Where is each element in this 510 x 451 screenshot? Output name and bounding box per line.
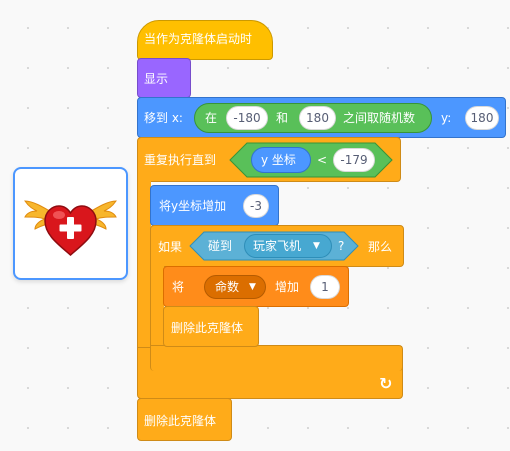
- variable-name-label: 命数: [215, 280, 240, 294]
- change-variable-input[interactable]: 1: [310, 275, 340, 299]
- change-y-block[interactable]: 将y坐标增加 -3: [150, 185, 279, 226]
- compare-value-input[interactable]: -179: [333, 148, 375, 172]
- delete-this-clone-block[interactable]: 删除此克隆体: [163, 306, 259, 347]
- random-prefix-label: 在: [205, 111, 218, 125]
- hat-block-label: 当作为克隆体启动时: [144, 32, 253, 46]
- loop-arrow-icon: ↻: [379, 374, 393, 393]
- change-y-input[interactable]: -3: [243, 194, 269, 218]
- random-to-input[interactable]: 180: [299, 106, 336, 130]
- delete-this-clone-block-outer[interactable]: 删除此克隆体: [137, 398, 232, 441]
- delete-clone-label: 删除此克隆体: [171, 321, 244, 335]
- change-y-label: 将y坐标增加: [159, 199, 227, 213]
- question-mark-label: ?: [338, 239, 345, 253]
- winged-heart-icon: [24, 200, 117, 256]
- delete-clone-outer-label: 删除此克隆体: [144, 414, 217, 428]
- less-than-symbol: <: [317, 153, 328, 167]
- random-suffix-label: 之间取随机数: [343, 111, 416, 125]
- y-position-label: y 坐标: [261, 153, 296, 167]
- when-i-start-as-clone-hat-block[interactable]: 当作为克隆体启动时: [137, 20, 273, 60]
- variable-dropdown[interactable]: 命数 ▼: [204, 275, 266, 299]
- random-from-input[interactable]: -180: [226, 106, 268, 130]
- if-spine: [150, 265, 164, 350]
- chevron-down-icon: ▼: [313, 241, 320, 251]
- repeat-until-label: 重复执行直到: [144, 153, 217, 167]
- change-variable-by-label: 增加: [275, 280, 300, 294]
- repeat-until-spine: [137, 180, 151, 350]
- show-block-label: 显示: [144, 72, 169, 86]
- touching-label: 碰到: [208, 239, 233, 253]
- touching-target-dropdown[interactable]: 玩家飞机 ▼: [244, 234, 332, 258]
- random-and-label: 和: [276, 111, 289, 125]
- chevron-down-icon: ▼: [249, 282, 256, 292]
- go-to-x-label: 移到 x:: [144, 111, 183, 125]
- go-to-xy-block[interactable]: 移到 x: 在 -180 和 180 之间取随机数 y: 180: [137, 97, 506, 138]
- y-position-reporter[interactable]: y 坐标: [251, 147, 311, 173]
- if-bottom-arm: [150, 345, 403, 371]
- sprite-thumbnail[interactable]: [13, 167, 128, 280]
- then-label: 那么: [368, 240, 393, 254]
- pick-random-operator[interactable]: 在 -180 和 180 之间取随机数: [194, 103, 432, 133]
- change-variable-block[interactable]: 将 命数 ▼ 增加 1: [163, 266, 349, 307]
- show-block[interactable]: 显示: [137, 58, 191, 98]
- go-to-y-input[interactable]: 180: [465, 106, 499, 130]
- go-to-y-label: y:: [441, 111, 452, 125]
- touching-target-label: 玩家飞机: [253, 239, 302, 253]
- if-label: 如果: [158, 240, 183, 254]
- change-variable-prefix: 将: [172, 280, 185, 294]
